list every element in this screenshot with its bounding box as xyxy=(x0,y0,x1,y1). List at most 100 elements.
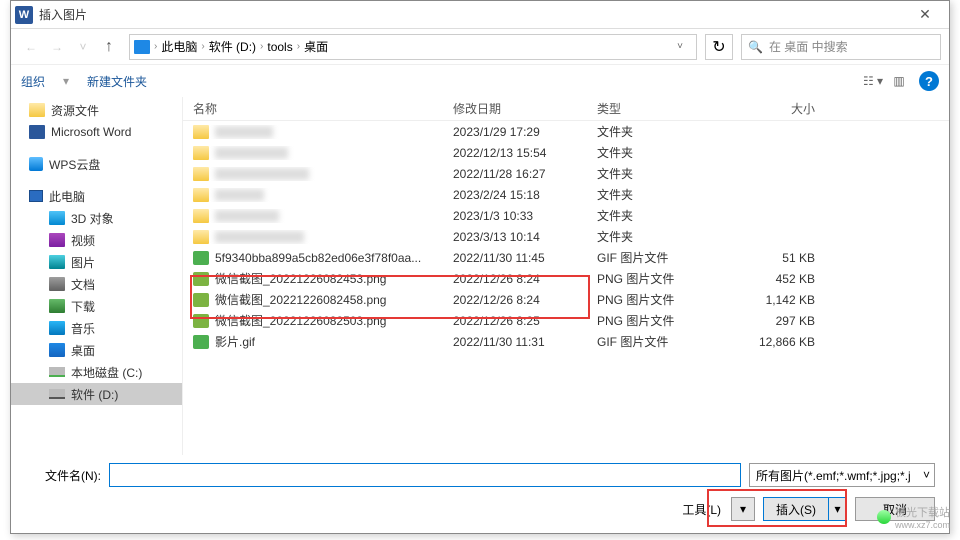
gif-icon xyxy=(193,251,209,265)
folder-icon xyxy=(193,188,209,202)
insert-button[interactable]: 插入(S) xyxy=(763,497,829,521)
file-size: 1,142 KB xyxy=(705,293,835,307)
png-icon xyxy=(193,314,209,328)
file-row[interactable]: 2023/2/24 15:18文件夹 xyxy=(183,184,949,205)
sidebar-item-video[interactable]: 视频 xyxy=(11,229,182,251)
file-row[interactable]: 2023/3/13 10:14文件夹 xyxy=(183,226,949,247)
chevron-down-icon: ˅ xyxy=(923,468,930,482)
file-type: PNG 图片文件 xyxy=(587,270,705,287)
file-row[interactable]: 2023/1/3 10:33文件夹 xyxy=(183,205,949,226)
sidebar-item-wps[interactable]: WPS云盘 xyxy=(11,153,182,175)
file-type: 文件夹 xyxy=(587,207,705,224)
titlebar: W 插入图片 ✕ xyxy=(11,1,949,29)
insert-picture-dialog: W 插入图片 ✕ ← → ˅ ↑ › 此电脑 › 软件 (D:) › tools… xyxy=(10,0,950,534)
nav-up-button[interactable]: ↑ xyxy=(97,35,121,59)
toolbar: 组织 ▾ 新建文件夹 ☷ ▾ ▥ ? xyxy=(11,65,949,97)
sidebar-item-music[interactable]: 音乐 xyxy=(11,317,182,339)
file-name: 微信截图_20221226082503.png xyxy=(215,312,386,329)
sidebar-item-download[interactable]: 下载 xyxy=(11,295,182,317)
column-name[interactable]: 名称 xyxy=(183,100,443,117)
sidebar-label: 下载 xyxy=(71,298,95,315)
folder-icon xyxy=(193,125,209,139)
file-date: 2022/12/26 8:25 xyxy=(443,314,587,328)
cancel-button[interactable]: 取消 xyxy=(855,497,935,521)
breadcrumb-dropdown[interactable]: ˅ xyxy=(668,41,692,52)
file-type: 文件夹 xyxy=(587,228,705,245)
file-row[interactable]: 影片.gif2022/11/30 11:31GIF 图片文件12,866 KB xyxy=(183,331,949,352)
sidebar-item-diskc[interactable]: 本地磁盘 (C:) xyxy=(11,361,182,383)
file-row[interactable]: 微信截图_20221226082458.png2022/12/26 8:24PN… xyxy=(183,289,949,310)
breadcrumb[interactable]: › 此电脑 › 软件 (D:) › tools › 桌面 ˅ xyxy=(129,34,697,60)
nav-forward-button[interactable]: → xyxy=(45,35,69,59)
file-row[interactable]: 2022/11/28 16:27文件夹 xyxy=(183,163,949,184)
pc-icon xyxy=(29,190,43,202)
sidebar-label: WPS云盘 xyxy=(49,156,100,173)
sidebar-item-word[interactable]: Microsoft Word xyxy=(11,121,182,143)
sidebar-item-desktop[interactable]: 桌面 xyxy=(11,339,182,361)
view-mode-button[interactable]: ☷ ▾ xyxy=(861,71,885,91)
close-button[interactable]: ✕ xyxy=(905,1,945,29)
insert-dropdown[interactable]: ▾ xyxy=(829,497,847,521)
file-name xyxy=(215,147,288,159)
preview-pane-button[interactable]: ▥ xyxy=(887,71,911,91)
file-date: 2023/1/3 10:33 xyxy=(443,209,587,223)
sidebar-item-pic[interactable]: 图片 xyxy=(11,251,182,273)
nav-back-button[interactable]: ← xyxy=(19,35,43,59)
action-buttons: 工具(L) ▾ 插入(S) ▾ 取消 xyxy=(25,497,935,521)
file-name: 微信截图_20221226082453.png xyxy=(215,270,386,287)
dialog-body: 资源文件 Microsoft Word WPS云盘 此电脑 3D 对象 视频 图… xyxy=(11,97,949,455)
sidebar-item-resources[interactable]: 资源文件 xyxy=(11,99,182,121)
filename-label: 文件名(N): xyxy=(25,467,101,484)
file-row[interactable]: 5f9340bba899a5cb82ed06e3f78f0aa...2022/1… xyxy=(183,247,949,268)
file-row[interactable]: 2023/1/29 17:29文件夹 xyxy=(183,121,949,142)
file-list: 名称 修改日期 类型 大小 2023/1/29 17:29文件夹2022/12/… xyxy=(183,97,949,455)
breadcrumb-pc[interactable]: 此电脑 xyxy=(161,38,197,55)
sidebar-label: 音乐 xyxy=(71,320,95,337)
file-size: 297 KB xyxy=(705,314,835,328)
sidebar-label: Microsoft Word xyxy=(51,125,131,139)
file-name xyxy=(215,231,304,243)
breadcrumb-drive[interactable]: 软件 (D:) xyxy=(209,38,256,55)
breadcrumb-tools[interactable]: tools xyxy=(267,40,292,54)
disk-icon xyxy=(49,367,65,377)
file-date: 2022/11/28 16:27 xyxy=(443,167,587,181)
sidebar-label: 资源文件 xyxy=(51,102,99,119)
column-size[interactable]: 大小 xyxy=(705,100,835,117)
help-button[interactable]: ? xyxy=(919,71,939,91)
sidebar-label: 视频 xyxy=(71,232,95,249)
tools-menu[interactable]: 工具(L) xyxy=(682,501,721,518)
filetype-dropdown[interactable]: 所有图片(*.emf;*.wmf;*.jpg;*.j ˅ xyxy=(749,463,935,487)
sidebar-item-3d[interactable]: 3D 对象 xyxy=(11,207,182,229)
separator: ▾ xyxy=(63,74,69,88)
sidebar-item-doc[interactable]: 文档 xyxy=(11,273,182,295)
picture-icon xyxy=(49,255,65,269)
gif-icon xyxy=(193,335,209,349)
filename-input[interactable] xyxy=(109,463,741,487)
sidebar-item-diskd[interactable]: 软件 (D:) xyxy=(11,383,182,405)
file-date: 2022/12/26 8:24 xyxy=(443,293,587,307)
refresh-button[interactable]: ↻ xyxy=(705,34,733,60)
sidebar-item-pc[interactable]: 此电脑 xyxy=(11,185,182,207)
file-row[interactable]: 2022/12/13 15:54文件夹 xyxy=(183,142,949,163)
file-type: 文件夹 xyxy=(587,123,705,140)
tools-dropdown[interactable]: ▾ xyxy=(731,497,755,521)
breadcrumb-desktop[interactable]: 桌面 xyxy=(304,38,328,55)
new-folder-button[interactable]: 新建文件夹 xyxy=(87,73,147,90)
document-icon xyxy=(49,277,65,291)
folder-icon xyxy=(193,167,209,181)
file-type: GIF 图片文件 xyxy=(587,333,705,350)
nav-history-button[interactable]: ˅ xyxy=(71,35,95,59)
file-date: 2023/1/29 17:29 xyxy=(443,125,587,139)
search-input[interactable]: 🔍 在 桌面 中搜索 xyxy=(741,34,941,60)
file-size: 452 KB xyxy=(705,272,835,286)
file-size: 12,866 KB xyxy=(705,335,835,349)
file-name: 微信截图_20221226082458.png xyxy=(215,291,386,308)
organize-menu[interactable]: 组织 xyxy=(21,73,45,90)
column-date[interactable]: 修改日期 xyxy=(443,100,587,117)
file-row[interactable]: 微信截图_20221226082503.png2022/12/26 8:25PN… xyxy=(183,310,949,331)
dialog-title: 插入图片 xyxy=(39,6,905,23)
sidebar-label: 此电脑 xyxy=(49,188,85,205)
3d-icon xyxy=(49,211,65,225)
file-row[interactable]: 微信截图_20221226082453.png2022/12/26 8:24PN… xyxy=(183,268,949,289)
column-type[interactable]: 类型 xyxy=(587,100,705,117)
